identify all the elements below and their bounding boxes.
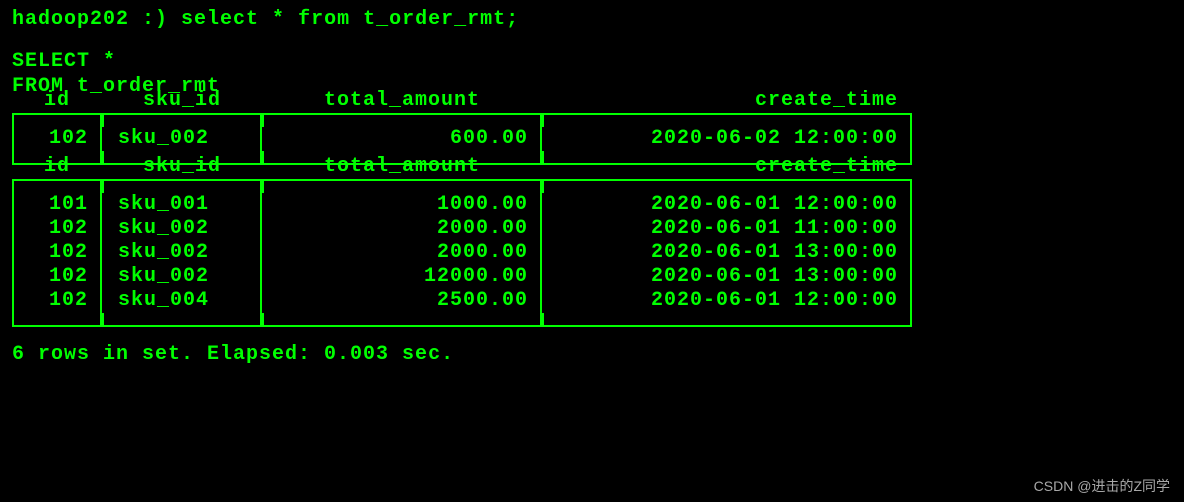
watermark: CSDN @进击的Z同学 <box>1034 476 1170 496</box>
cell-sku_id: sku_002 <box>102 241 262 265</box>
table-row: 102sku_0022000.002020-06-01 11:00:00 <box>12 217 1172 241</box>
cell-create_time: 2020-06-01 11:00:00 <box>542 217 912 241</box>
prompt-command: select * from t_order_rmt; <box>181 8 519 31</box>
prompt-host: hadoop202 :) <box>12 8 168 31</box>
cell-sku_id: sku_001 <box>102 193 262 217</box>
table-footer <box>12 313 1172 327</box>
cell-id: 102 <box>12 289 102 313</box>
cell-id: 102 <box>12 217 102 241</box>
cell-id: 102 <box>12 265 102 289</box>
cell-create_time: 2020-06-01 13:00:00 <box>542 265 912 289</box>
cell-sku_id: sku_002 <box>102 217 262 241</box>
result-table: idsku_idtotal_amountcreate_time101sku_00… <box>12 179 1172 327</box>
cell-create_time: 2020-06-01 12:00:00 <box>542 289 912 313</box>
column-header: total_amount <box>262 179 542 193</box>
column-header: create_time <box>542 113 912 127</box>
cell-total_amount: 12000.00 <box>262 265 542 289</box>
table-header: idsku_idtotal_amountcreate_time <box>12 113 1172 127</box>
table-header: idsku_idtotal_amountcreate_time <box>12 179 1172 193</box>
cell-sku_id: sku_002 <box>102 265 262 289</box>
cell-total_amount: 2000.00 <box>262 217 542 241</box>
column-header: create_time <box>542 179 912 193</box>
column-header: id <box>12 179 102 193</box>
query-line-1: SELECT * <box>12 49 1172 74</box>
cell-id: 102 <box>12 127 102 151</box>
cell-create_time: 2020-06-02 12:00:00 <box>542 127 912 151</box>
status-line: 6 rows in set. Elapsed: 0.003 sec. <box>12 343 1172 366</box>
cell-total_amount: 1000.00 <box>262 193 542 217</box>
column-header: sku_id <box>102 179 262 193</box>
column-header: sku_id <box>102 113 262 127</box>
cell-id: 101 <box>12 193 102 217</box>
column-header: total_amount <box>262 113 542 127</box>
prompt-line[interactable]: hadoop202 :) select * from t_order_rmt; <box>12 8 1172 31</box>
cell-total_amount: 2500.00 <box>262 289 542 313</box>
cell-create_time: 2020-06-01 12:00:00 <box>542 193 912 217</box>
column-header: id <box>12 113 102 127</box>
cell-sku_id: sku_004 <box>102 289 262 313</box>
table-row: 102sku_0022000.002020-06-01 13:00:00 <box>12 241 1172 265</box>
table-row: 102sku_002600.002020-06-02 12:00:00 <box>12 127 1172 151</box>
cell-create_time: 2020-06-01 13:00:00 <box>542 241 912 265</box>
cell-total_amount: 2000.00 <box>262 241 542 265</box>
cell-total_amount: 600.00 <box>262 127 542 151</box>
table-row: 102sku_00212000.002020-06-01 13:00:00 <box>12 265 1172 289</box>
table-row: 102sku_0042500.002020-06-01 12:00:00 <box>12 289 1172 313</box>
cell-id: 102 <box>12 241 102 265</box>
cell-sku_id: sku_002 <box>102 127 262 151</box>
table-row: 101sku_0011000.002020-06-01 12:00:00 <box>12 193 1172 217</box>
